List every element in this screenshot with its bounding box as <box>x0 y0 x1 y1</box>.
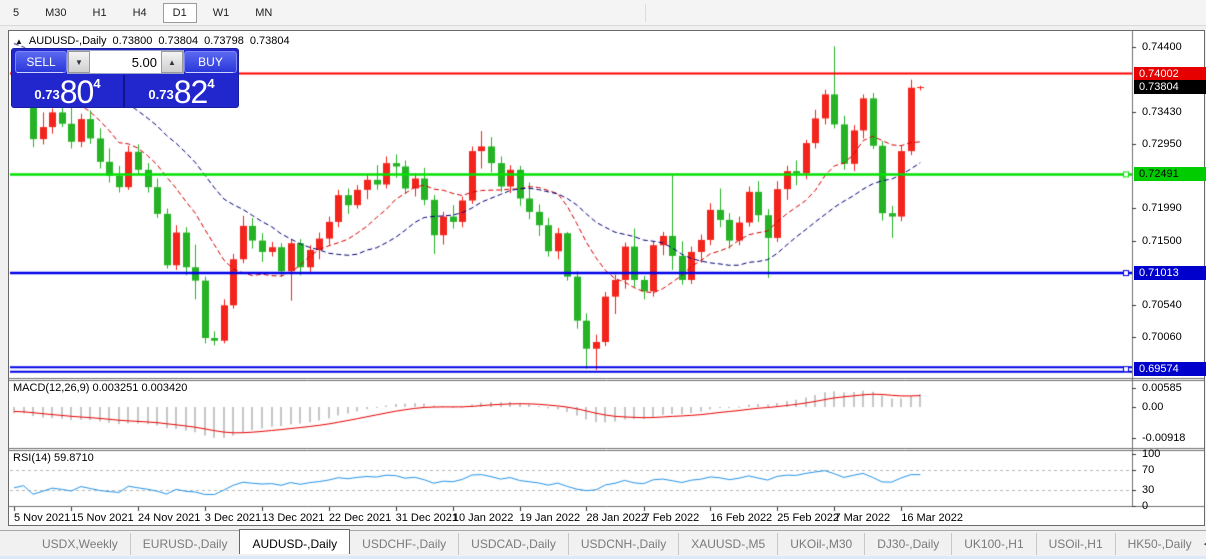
macd-tick-label: -0.00918 <box>1137 432 1206 445</box>
period-button-MN[interactable]: MN <box>245 3 282 23</box>
date-tick-label: 7 Feb 2022 <box>644 512 700 524</box>
period-button-W1[interactable]: W1 <box>203 3 240 23</box>
price-tick-label: 0.71500 <box>1137 235 1206 248</box>
buy-button[interactable]: BUY <box>184 51 237 73</box>
tab-xauusd-m5[interactable]: XAUUSD-,M5 <box>678 533 777 555</box>
tab-usdcad-daily[interactable]: USDCAD-,Daily <box>458 533 568 555</box>
period-button-M30[interactable]: M30 <box>35 3 76 23</box>
sell-price-big: 80 <box>60 78 94 106</box>
buy-underline <box>186 72 233 73</box>
date-tick-label: 7 Mar 2022 <box>834 512 890 524</box>
chart-title: ▲ AUDUSD-,Daily 0.73800 0.73804 0.73798 … <box>15 35 290 47</box>
price-badge-0.69574: 0.69574 <box>1134 362 1206 376</box>
sell-button[interactable]: SELL <box>15 51 67 73</box>
tab-eurusd-daily[interactable]: EURUSD-,Daily <box>130 533 240 555</box>
rsi-value: 59.8710 <box>54 452 94 464</box>
rsi-label: RSI(14) 59.8710 <box>13 452 94 464</box>
tab-usdx-weekly[interactable]: USDX,Weekly <box>30 533 130 555</box>
date-tick-label: 15 Nov 2021 <box>71 512 133 524</box>
macd-label: MACD(12,26,9) 0.003251 0.003420 <box>13 382 187 394</box>
buy-price-big: 82 <box>174 78 208 106</box>
period-button-H4[interactable]: H4 <box>123 3 157 23</box>
date-tick-label: 10 Jan 2022 <box>453 512 514 524</box>
expand-triangle-icon[interactable]: ▲ <box>15 37 23 46</box>
chart-window: ▲ AUDUSD-,Daily 0.73800 0.73804 0.73798 … <box>8 30 1205 526</box>
rsi-tick-label: 70 <box>1137 464 1206 477</box>
tab-usdchf-daily[interactable]: USDCHF-,Daily <box>350 533 458 555</box>
period-toolbar: 5 M30 H1 H4 D1 W1MN <box>0 0 1206 26</box>
price-tick-label: 0.73430 <box>1137 106 1206 119</box>
tab-audusd-daily[interactable]: AUDUSD-,Daily <box>239 529 350 554</box>
date-tick-label: 13 Dec 2021 <box>262 512 324 524</box>
period-button-H1[interactable]: H1 <box>83 3 117 23</box>
date-tick-label: 3 Dec 2021 <box>205 512 261 524</box>
macd-value-signal: 0.003420 <box>141 382 187 394</box>
price-tick-label: 0.70540 <box>1137 299 1206 312</box>
date-tick-label: 16 Mar 2022 <box>901 512 963 524</box>
macd-tick-label: 0.00 <box>1137 401 1206 414</box>
tab-usdcnh-daily[interactable]: USDCNH-,Daily <box>568 533 678 555</box>
symbol-tab-bar: USDX,WeeklyEURUSD-,DailyAUDUSD-,DailyUSD… <box>0 530 1206 556</box>
quote-high: 0.73804 <box>158 35 198 47</box>
buy-price-pip: 4 <box>207 76 214 91</box>
quote-close: 0.73804 <box>250 35 290 47</box>
price-tick-label: 0.70060 <box>1137 331 1206 344</box>
buy-price-button[interactable]: 0.73 82 4 <box>125 75 238 107</box>
tab-uk100-h1[interactable]: UK100-,H1 <box>951 533 1035 555</box>
date-tick-label: 19 Jan 2022 <box>520 512 581 524</box>
date-tick-label: 28 Jan 2022 <box>586 512 647 524</box>
date-tick-label: 16 Feb 2022 <box>710 512 772 524</box>
tab-ukoil-m30[interactable]: UKOil-,M30 <box>777 533 864 555</box>
rsi-tick-label: 0 <box>1137 500 1206 513</box>
toolbar-separator <box>645 4 646 22</box>
price-badge-0.71013: 0.71013 <box>1134 266 1206 280</box>
sell-price-prefix: 0.73 <box>34 87 59 102</box>
date-tick-label: 24 Nov 2021 <box>138 512 200 524</box>
macd-value-main: 0.003251 <box>92 382 138 394</box>
date-tick-label: 5 Nov 2021 <box>14 512 70 524</box>
macd-tick-label: 0.00585 <box>1137 382 1206 395</box>
sell-price-button[interactable]: 0.73 80 4 <box>12 75 125 107</box>
quote-low: 0.73798 <box>204 35 244 47</box>
date-tick-label: 31 Dec 2021 <box>396 512 458 524</box>
rsi-tick-label: 100 <box>1137 448 1206 461</box>
one-click-trading-panel: SELL ▼ 5.00 ▲ BUY 0.73 80 4 0.73 82 4 <box>12 49 238 107</box>
tab-hk50-daily[interactable]: HK50-,Daily <box>1115 533 1204 555</box>
date-tick-label: 22 Dec 2021 <box>329 512 391 524</box>
price-badge-0.72491: 0.72491 <box>1134 167 1206 181</box>
volume-group: ▼ 5.00 ▲ <box>67 50 184 74</box>
price-tick-label: 0.72950 <box>1137 138 1206 151</box>
date-tick-label: 25 Feb 2022 <box>777 512 839 524</box>
chart-symbol-period: AUDUSD-,Daily <box>29 35 107 47</box>
buy-price-prefix: 0.73 <box>148 87 173 102</box>
sell-price-pip: 4 <box>93 76 100 91</box>
price-badge-0.74002: 0.74002 <box>1134 67 1206 81</box>
price-tick-label: 0.74400 <box>1137 41 1206 54</box>
period-button-5[interactable]: 5 <box>3 3 29 23</box>
quote-open: 0.73800 <box>113 35 153 47</box>
price-badge-0.73804: 0.73804 <box>1134 80 1206 94</box>
tab-dj30-daily[interactable]: DJ30-,Daily <box>864 533 951 555</box>
volume-increase-button[interactable]: ▲ <box>161 51 183 73</box>
rsi-tick-label: 30 <box>1137 484 1206 497</box>
volume-decrease-button[interactable]: ▼ <box>68 51 90 73</box>
price-tick-label: 0.71990 <box>1137 202 1206 215</box>
volume-input[interactable]: 5.00 <box>90 51 161 73</box>
sell-underline <box>17 72 63 73</box>
symbol-tabs: USDX,WeeklyEURUSD-,DailyAUDUSD-,DailyUSD… <box>30 531 1204 556</box>
tab-usoil-h1[interactable]: USOil-,H1 <box>1036 533 1115 555</box>
period-button-D1[interactable]: D1 <box>163 3 197 23</box>
